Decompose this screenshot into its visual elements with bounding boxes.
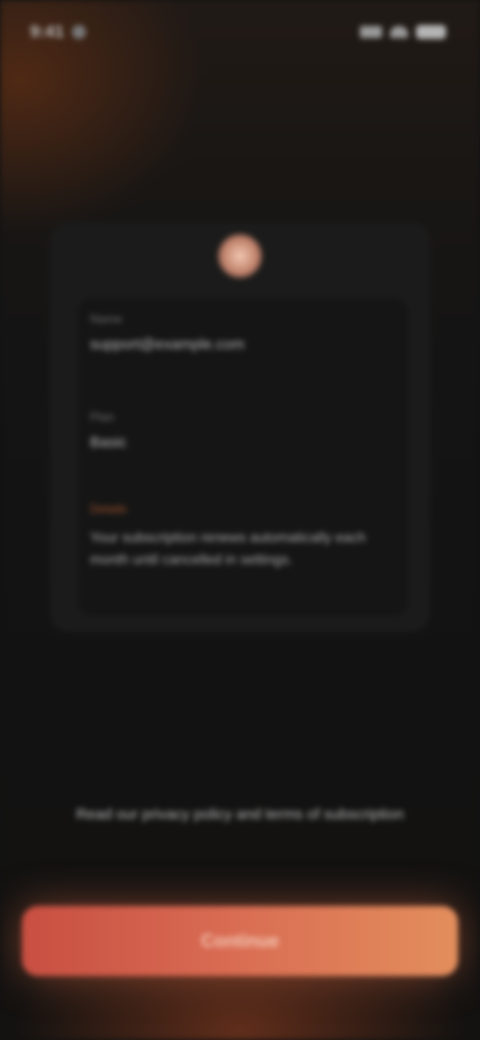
- status-time: 9:41: [30, 22, 87, 42]
- field-name: Name support@example.com: [90, 312, 244, 353]
- battery-icon: [416, 25, 446, 39]
- status-time-text: 9:41: [30, 22, 65, 41]
- status-icons: [360, 25, 446, 39]
- continue-button[interactable]: Continue: [22, 906, 458, 976]
- legal-disclaimer[interactable]: Read our privacy policy and terms of sub…: [24, 806, 456, 823]
- app-screen: 9:41 Name support@example.com Plan Basic…: [0, 0, 480, 1040]
- field-name-label: Name: [90, 312, 123, 326]
- field-details-label: Details: [90, 502, 127, 516]
- wifi-icon: [390, 26, 408, 38]
- notification-dot-icon: [72, 25, 87, 39]
- status-bar: 9:41: [30, 18, 446, 46]
- field-details-value: Your subscription renews automatically e…: [90, 529, 366, 567]
- app-logo-icon: [218, 234, 262, 278]
- field-details: Details Your subscription renews automat…: [90, 502, 380, 570]
- field-plan-label: Plan: [90, 410, 115, 424]
- field-plan: Plan Basic: [90, 410, 127, 451]
- field-plan-value: Basic: [90, 434, 127, 451]
- field-name-value: support@example.com: [90, 336, 245, 353]
- signal-icon: [360, 26, 382, 38]
